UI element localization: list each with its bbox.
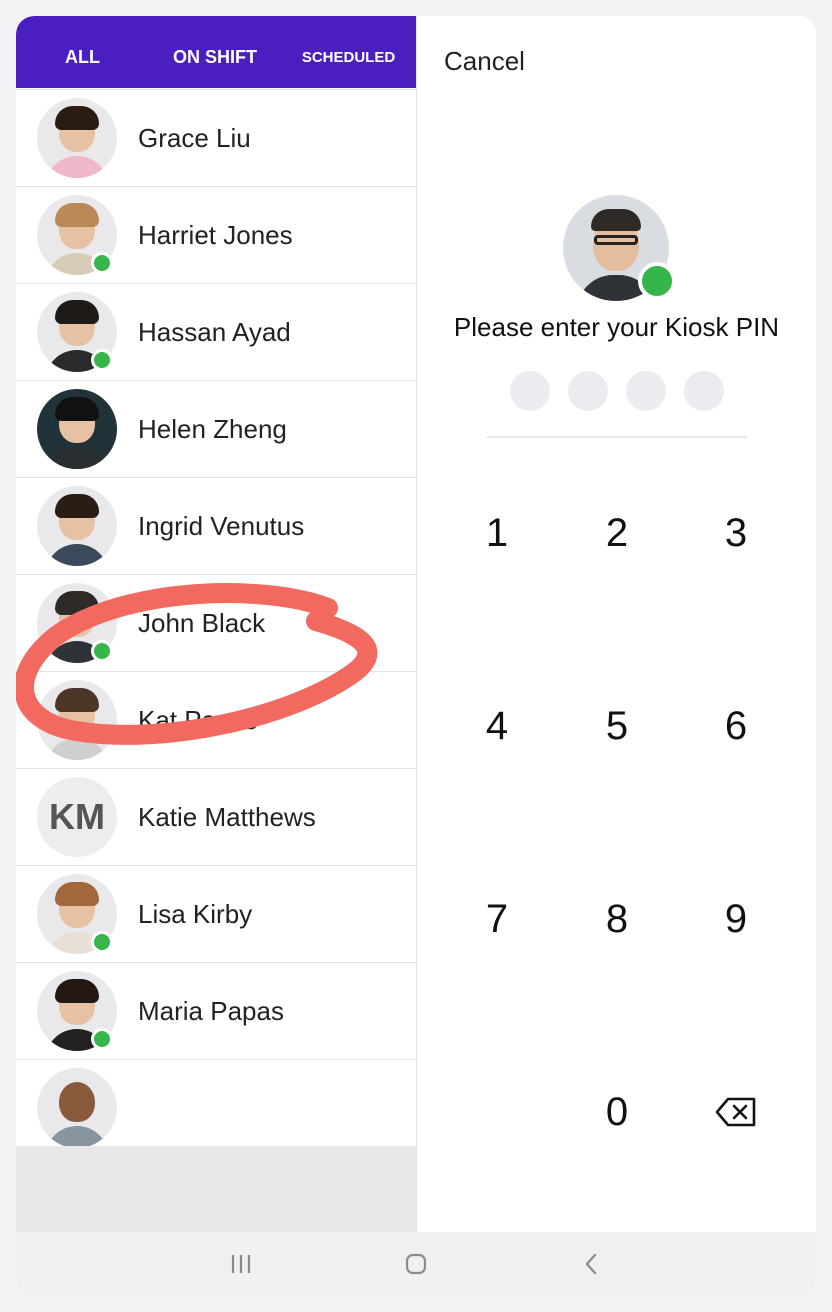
backspace-button[interactable] [686,1072,786,1152]
filter-tabs: ALL ON SHIFT SCHEDULED [16,16,416,88]
staff-name: Ingrid Venutus [138,511,305,541]
staff-row[interactable]: Ingrid Venutus [16,478,416,575]
staff-name: Harriet Jones [138,220,293,250]
staff-list-panel: ALL ON SHIFT SCHEDULED Sarita ShahGrace … [16,16,417,1232]
tab-on-shift[interactable]: ON SHIFT [149,16,281,88]
keypad-key-6[interactable]: 6 [686,686,786,766]
staff-name: Katie Matthews [138,802,316,832]
tab-scheduled[interactable]: SCHEDULED [281,16,416,88]
keypad-key-2[interactable]: 2 [567,493,667,573]
keypad-key-7[interactable]: 7 [447,879,547,959]
recents-icon [231,1255,251,1273]
recents-button[interactable] [211,1244,271,1284]
avatar: KM [37,777,117,857]
pin-indicator [510,371,730,411]
avatar [37,680,117,760]
staff-row[interactable]: Kat Payne [16,672,416,769]
staff-row[interactable]: Lisa Kirby [16,866,416,963]
system-navigation-bar [16,1232,816,1296]
online-status-dot [91,1028,113,1050]
avatar [37,389,117,469]
back-button[interactable] [561,1244,621,1284]
keypad-key-4[interactable]: 4 [447,686,547,766]
pin-prompt: Please enter your Kiosk PIN [453,312,780,342]
cancel-button[interactable]: Cancel [444,46,525,77]
staff-name: John Black [138,608,266,638]
staff-row[interactable] [16,1060,416,1157]
pin-digit-slot [684,371,724,411]
avatar [37,486,117,566]
staff-name: Kat Payne [138,705,258,735]
pin-digit-slot [626,371,666,411]
online-status-dot [91,349,113,371]
back-icon [585,1253,597,1275]
pin-digit-slot [510,371,550,411]
staff-row[interactable]: Harriet Jones [16,187,416,284]
staff-name: Maria Papas [138,996,284,1026]
keypad-key-8[interactable]: 8 [567,879,667,959]
keypad-key-5[interactable]: 5 [567,686,667,766]
backspace-icon [715,1097,756,1127]
online-status-dot [91,640,113,662]
home-icon [405,1253,427,1275]
staff-name: Grace Liu [138,123,251,153]
tab-all[interactable]: ALL [16,16,149,88]
online-status-dot [91,252,113,274]
pin-entry-panel: Cancel Please enter your Kiosk PIN 1 2 3… [417,16,816,1232]
staff-row[interactable]: Grace Liu [16,90,416,187]
avatar-initials: KM [49,796,105,837]
staff-name: Lisa Kirby [138,899,253,929]
online-status-dot [638,262,676,300]
keypad-key-9[interactable]: 9 [686,879,786,959]
list-footer [16,1146,416,1232]
staff-row[interactable]: Helen Zheng [16,381,416,478]
keypad-key-1[interactable]: 1 [447,493,547,573]
pin-divider [487,436,747,438]
keypad-key-0[interactable]: 0 [567,1072,667,1152]
staff-row[interactable]: KM Katie Matthews [16,769,416,866]
pin-digit-slot [568,371,608,411]
keypad-key-3[interactable]: 3 [686,493,786,573]
kiosk-screen: ALL ON SHIFT SCHEDULED Sarita ShahGrace … [16,16,816,1296]
home-button[interactable] [386,1244,446,1284]
staff-name: Helen Zheng [138,414,287,444]
staff-row[interactable]: Hassan Ayad [16,284,416,381]
avatar [37,98,117,178]
staff-row[interactable]: Maria Papas [16,963,416,1060]
staff-name: Hassan Ayad [138,317,291,347]
online-status-dot [91,931,113,953]
staff-list: Sarita ShahGrace LiuHarriet JonesHassan … [16,16,416,1157]
staff-row[interactable]: John Black [16,575,416,672]
avatar [37,1068,117,1148]
